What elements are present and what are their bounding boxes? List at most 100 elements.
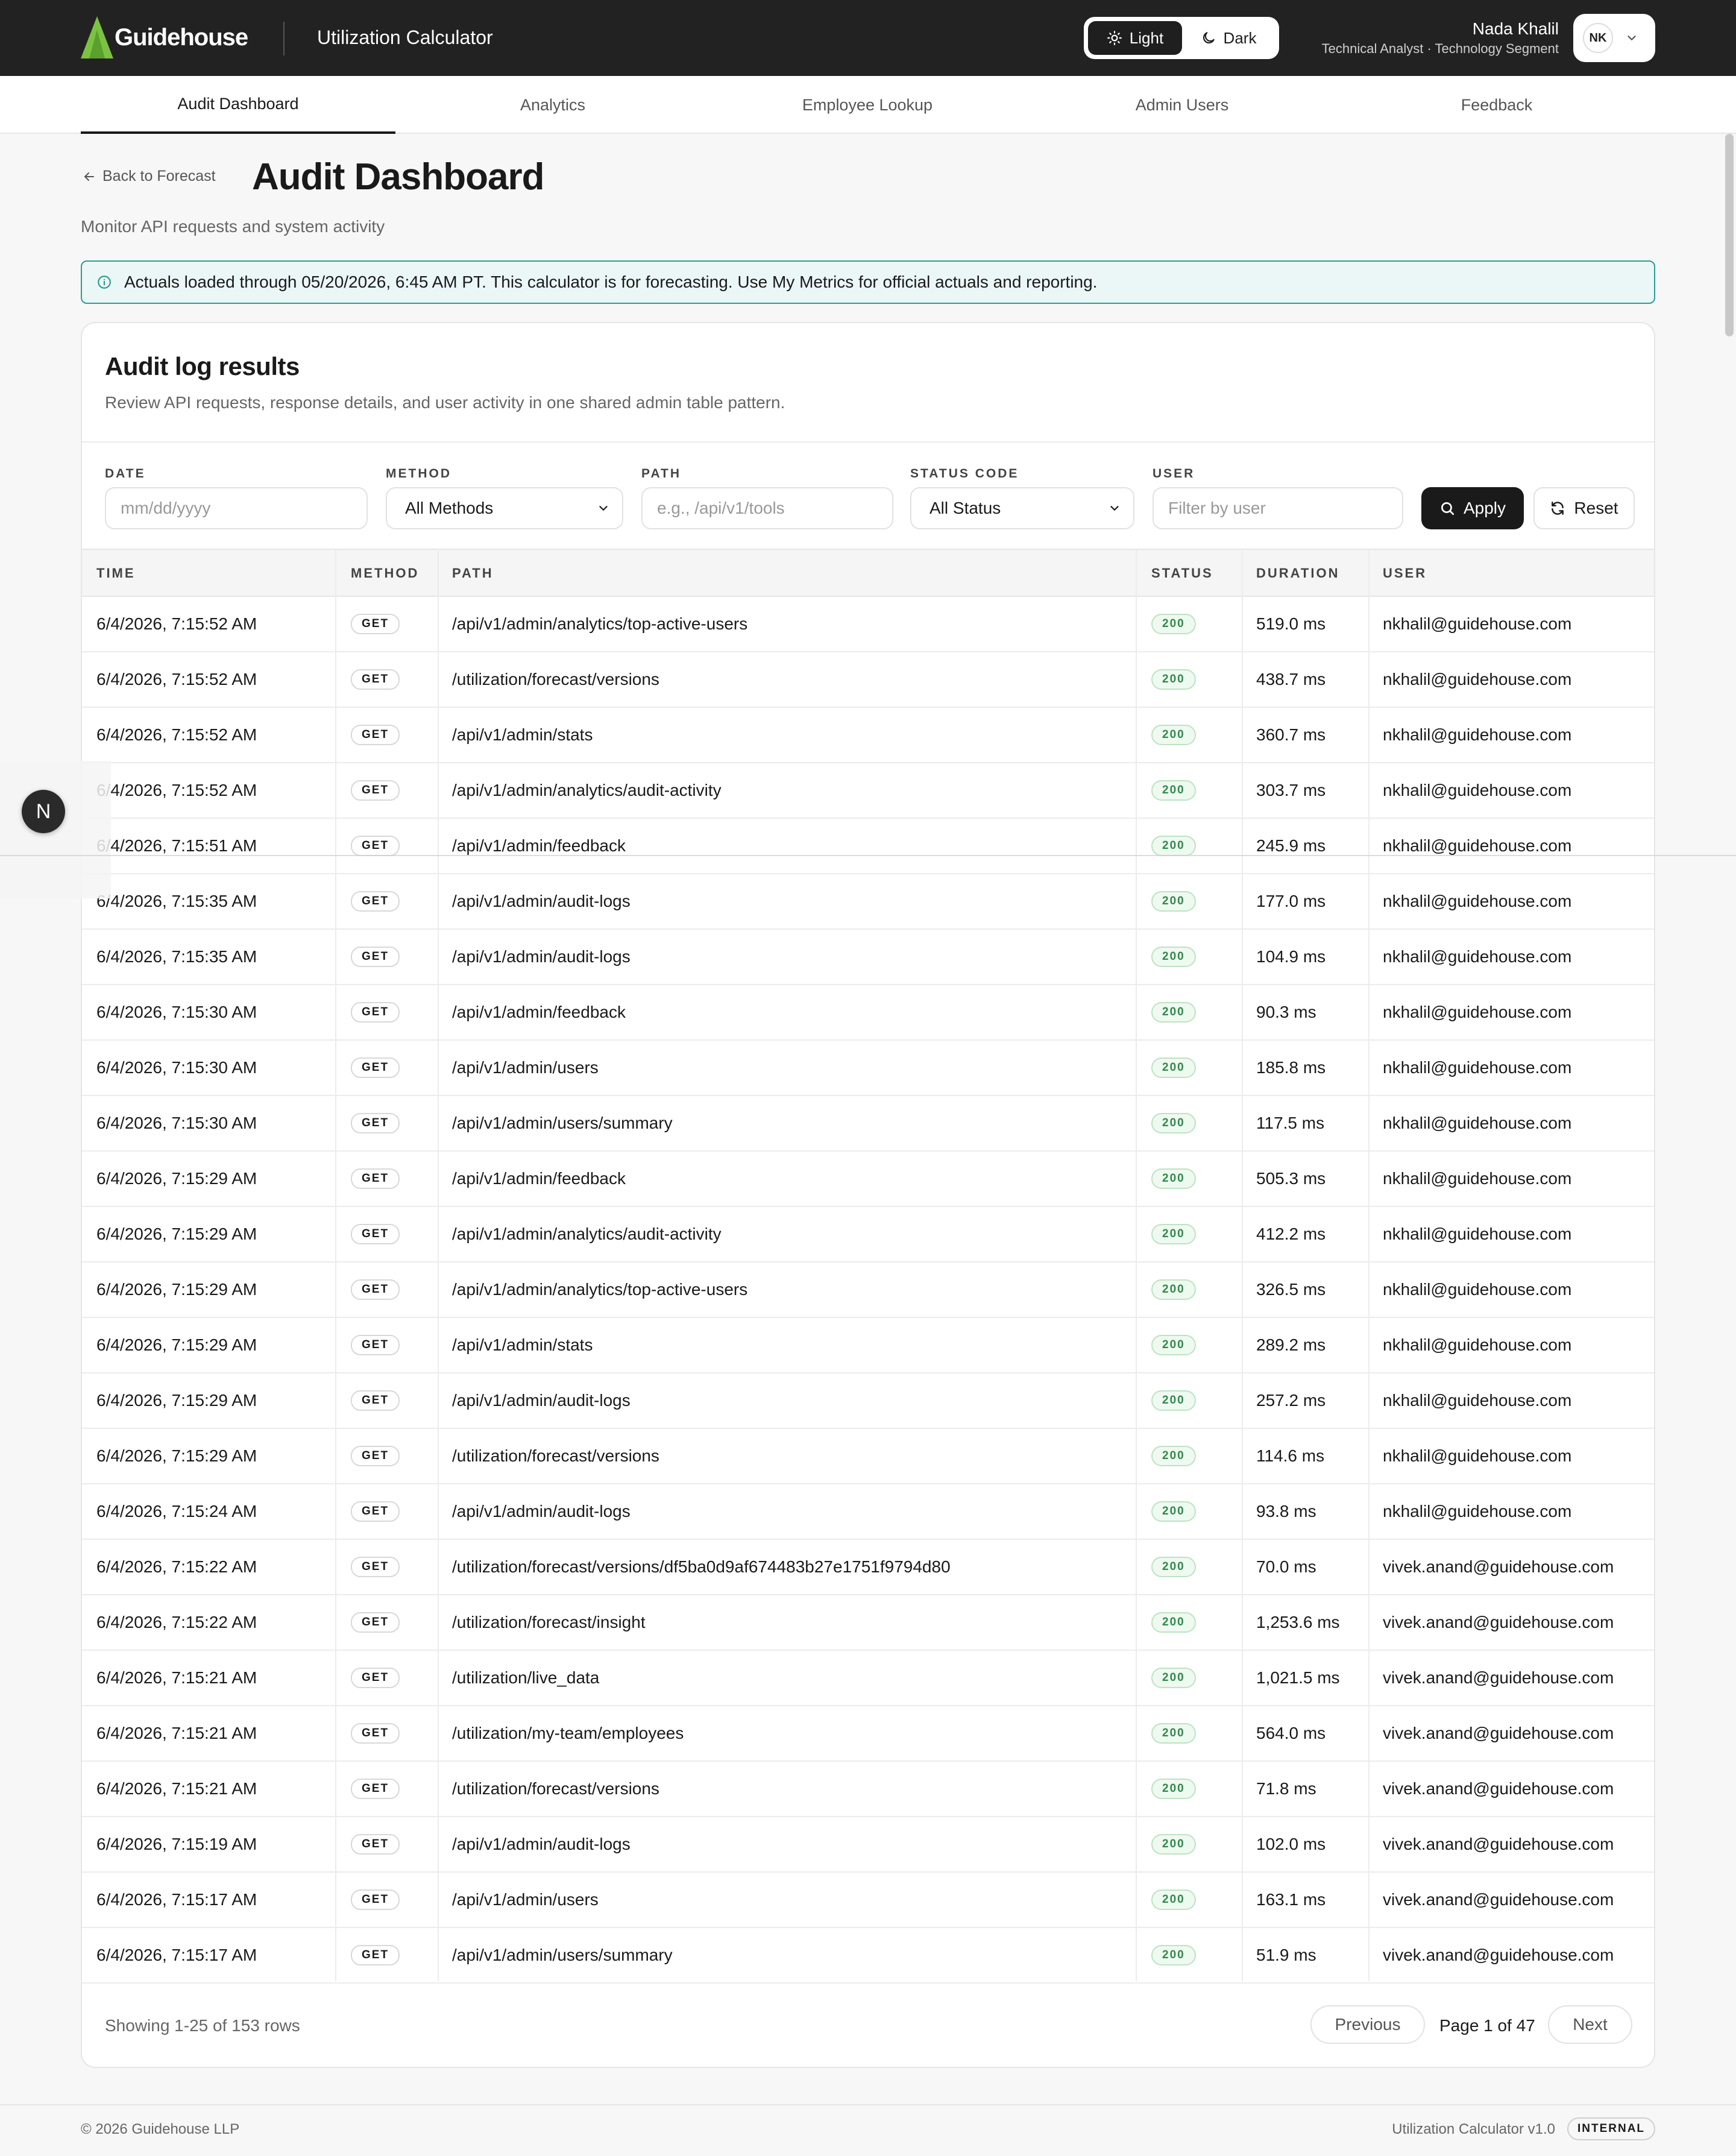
user-role: Technical Analyst · Technology Segment: [1321, 41, 1559, 56]
page-scrollbar[interactable]: [1725, 134, 1734, 336]
cell-path: /api/v1/admin/audit-logs: [452, 947, 631, 966]
light-theme-label: Light: [1129, 28, 1164, 47]
table-row[interactable]: 6/4/2026, 7:15:17 AM GET/api/v1/admin/use…: [82, 1928, 1654, 1984]
table-row[interactable]: 6/4/2026, 7:15:51 AM GET/api/v1/admin/fee…: [82, 819, 1654, 874]
cell-user: nkhalil@guidehouse.com: [1383, 836, 1572, 855]
column-path[interactable]: PATH: [452, 550, 494, 597]
status-badge: 200: [1151, 1224, 1196, 1244]
cell-method: GET: [351, 1484, 400, 1539]
column-duration[interactable]: DURATION: [1256, 550, 1339, 597]
method-badge: GET: [351, 614, 400, 634]
floating-assistant-button[interactable]: N: [22, 790, 65, 833]
cell-duration: 360.7 ms: [1256, 725, 1326, 744]
cell-time: 6/4/2026, 7:15:21 AM: [96, 1724, 257, 1742]
cell-method: GET: [351, 1207, 400, 1261]
tab-feedback[interactable]: Feedback: [1339, 76, 1654, 134]
table-row[interactable]: 6/4/2026, 7:15:52 AM GET/api/v1/admin/ana…: [82, 597, 1654, 652]
method-badge: GET: [351, 1945, 400, 1965]
status-badge: 200: [1151, 1612, 1196, 1633]
column-user[interactable]: USER: [1383, 550, 1427, 597]
chevron-down-icon: [599, 506, 608, 511]
cell-path: /utilization/live_data: [452, 1668, 600, 1687]
cell-status: 200: [1151, 763, 1196, 818]
cell-duration: 1,021.5 ms: [1256, 1668, 1340, 1687]
cell-status: 200: [1151, 1318, 1196, 1372]
cell-user: nkhalil@guidehouse.com: [1383, 1391, 1572, 1410]
cell-path: /utilization/forecast/versions: [452, 1779, 659, 1798]
method-select[interactable]: All Methods: [386, 487, 623, 529]
user-filter-input[interactable]: Filter by user: [1153, 487, 1403, 529]
date-filter-input[interactable]: mm/dd/yyyy: [105, 487, 368, 529]
cell-method: GET: [351, 874, 400, 928]
rows-summary: Showing 1-25 of 153 rows: [105, 2016, 300, 2035]
user-menu-button[interactable]: NK: [1573, 14, 1655, 62]
light-theme-button[interactable]: Light: [1088, 21, 1182, 55]
previous-page-button[interactable]: Previous: [1310, 2005, 1425, 2044]
table-row[interactable]: 6/4/2026, 7:15:29 AM GET/api/v1/admin/ana…: [82, 1207, 1654, 1262]
cell-method: GET: [351, 1817, 400, 1871]
column-time[interactable]: TIME: [96, 550, 136, 597]
cell-path: /utilization/forecast/insight: [452, 1613, 646, 1631]
cell-status: 200: [1151, 1262, 1196, 1317]
guidehouse-logo[interactable]: Guidehouse: [81, 16, 248, 59]
table-row[interactable]: 6/4/2026, 7:15:21 AM GET/utilization/live…: [82, 1651, 1654, 1706]
dark-theme-button[interactable]: Dark: [1182, 21, 1275, 55]
status-select[interactable]: All Status: [910, 487, 1134, 529]
brand-name: Guidehouse: [115, 24, 248, 51]
table-row[interactable]: 6/4/2026, 7:15:29 AM GET/api/v1/admin/ana…: [82, 1262, 1654, 1318]
path-filter-input[interactable]: e.g., /api/v1/tools: [641, 487, 893, 529]
column-method[interactable]: METHOD: [351, 550, 419, 597]
cell-method: GET: [351, 1540, 400, 1594]
table-row[interactable]: 6/4/2026, 7:15:22 AM GET/utilization/fore…: [82, 1595, 1654, 1651]
tab-analytics[interactable]: Analytics: [395, 76, 710, 134]
table-row[interactable]: 6/4/2026, 7:15:17 AM GET/api/v1/admin/use…: [82, 1873, 1654, 1928]
reset-button[interactable]: Reset: [1533, 487, 1635, 529]
method-badge: GET: [351, 1002, 400, 1023]
status-badge: 200: [1151, 1335, 1196, 1355]
tab-audit-dashboard[interactable]: Audit Dashboard: [81, 76, 395, 134]
table-row[interactable]: 6/4/2026, 7:15:35 AM GET/api/v1/admin/aud…: [82, 874, 1654, 930]
table-row[interactable]: 6/4/2026, 7:15:29 AM GET/api/v1/admin/aud…: [82, 1373, 1654, 1429]
status-badge: 200: [1151, 1501, 1196, 1522]
cell-duration: 326.5 ms: [1256, 1280, 1326, 1299]
cell-time: 6/4/2026, 7:15:35 AM: [96, 947, 257, 966]
table-row[interactable]: 6/4/2026, 7:15:29 AM GET/api/v1/admin/fee…: [82, 1152, 1654, 1207]
cell-user: nkhalil@guidehouse.com: [1383, 781, 1572, 799]
tab-admin-users[interactable]: Admin Users: [1025, 76, 1339, 134]
tab-employee-lookup[interactable]: Employee Lookup: [710, 76, 1025, 134]
back-to-forecast-link[interactable]: Back to Forecast: [82, 168, 216, 185]
apply-button[interactable]: Apply: [1421, 487, 1524, 529]
table-row[interactable]: 6/4/2026, 7:15:29 AM GET/api/v1/admin/sta…: [82, 1318, 1654, 1373]
table-row[interactable]: 6/4/2026, 7:15:30 AM GET/api/v1/admin/use…: [82, 1096, 1654, 1152]
table-row[interactable]: 6/4/2026, 7:15:30 AM GET/api/v1/admin/fee…: [82, 985, 1654, 1041]
method-badge: GET: [351, 1779, 400, 1799]
next-page-button[interactable]: Next: [1548, 2005, 1632, 2044]
table-row[interactable]: 6/4/2026, 7:15:52 AM GET/utilization/fore…: [82, 652, 1654, 708]
status-badge: 200: [1151, 1557, 1196, 1577]
cell-user: vivek.anand@guidehouse.com: [1383, 1890, 1614, 1909]
table-row[interactable]: 6/4/2026, 7:15:22 AM GET/utilization/fore…: [82, 1540, 1654, 1595]
cell-time: 6/4/2026, 7:15:29 AM: [96, 1391, 257, 1410]
table-row[interactable]: 6/4/2026, 7:15:30 AM GET/api/v1/admin/use…: [82, 1041, 1654, 1096]
table-row[interactable]: 6/4/2026, 7:15:52 AM GET/api/v1/admin/sta…: [82, 708, 1654, 763]
cell-status: 200: [1151, 1873, 1196, 1927]
cell-method: GET: [351, 1873, 400, 1927]
status-select-value: All Status: [929, 499, 1001, 517]
table-row[interactable]: 6/4/2026, 7:15:52 AM GET/api/v1/admin/ana…: [82, 763, 1654, 819]
table-row[interactable]: 6/4/2026, 7:15:29 AM GET/utilization/fore…: [82, 1429, 1654, 1484]
method-badge: GET: [351, 836, 400, 856]
chevron-down-icon: [1110, 506, 1119, 511]
path-placeholder: e.g., /api/v1/tools: [657, 499, 785, 517]
table-row[interactable]: 6/4/2026, 7:15:24 AM GET/api/v1/admin/aud…: [82, 1484, 1654, 1540]
cell-status: 200: [1151, 1706, 1196, 1760]
status-badge: 200: [1151, 1390, 1196, 1411]
app-title: Utilization Calculator: [317, 27, 493, 48]
status-badge: 200: [1151, 1113, 1196, 1133]
column-status[interactable]: STATUS: [1151, 550, 1213, 597]
cell-time: 6/4/2026, 7:15:21 AM: [96, 1668, 257, 1687]
table-row[interactable]: 6/4/2026, 7:15:21 AM GET/utilization/my-t…: [82, 1706, 1654, 1762]
table-row[interactable]: 6/4/2026, 7:15:19 AM GET/api/v1/admin/aud…: [82, 1817, 1654, 1873]
table-row[interactable]: 6/4/2026, 7:15:35 AM GET/api/v1/admin/aud…: [82, 930, 1654, 985]
table-row[interactable]: 6/4/2026, 7:15:21 AM GET/utilization/fore…: [82, 1762, 1654, 1817]
cell-status: 200: [1151, 1595, 1196, 1650]
